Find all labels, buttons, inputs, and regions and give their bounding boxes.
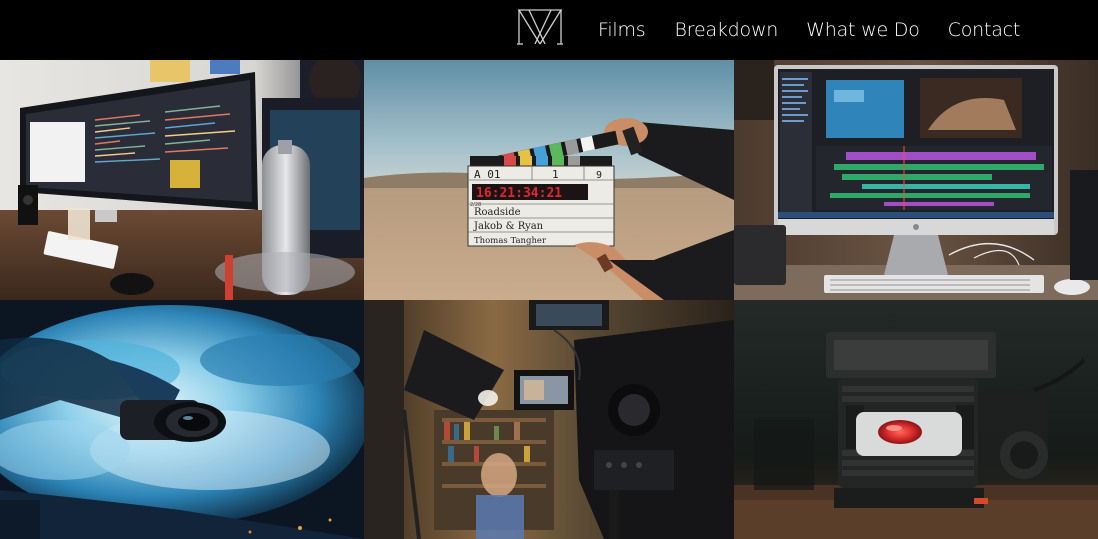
- logo-monogram-icon: [517, 9, 563, 45]
- nav-link-films[interactable]: Films: [598, 19, 646, 41]
- clapperboard-image: A 01 1 9 16:21:34:21 Roadside Jakob & Ry…: [364, 60, 734, 300]
- smoke-lens-image: [0, 300, 364, 539]
- gallery-tile-smoke-lens[interactable]: [0, 300, 364, 539]
- gallery-tile-workstation[interactable]: [0, 60, 364, 300]
- red-camera-image: [734, 300, 1098, 539]
- gallery-tile-editing-suite[interactable]: [734, 60, 1098, 300]
- editing-suite-image: [734, 60, 1098, 300]
- clapper-camera: Thomas Tangher: [474, 236, 547, 246]
- site-header: Films Breakdown What we Do Contact: [0, 0, 1098, 60]
- clapper-scene: A 01: [474, 168, 501, 181]
- clapper-date: 2/28: [470, 202, 481, 208]
- clapper-take: 1: [552, 168, 559, 181]
- site-logo[interactable]: [515, 7, 565, 47]
- workstation-image: [0, 60, 364, 300]
- main-nav: Films Breakdown What we Do Contact: [598, 0, 1020, 60]
- nav-link-contact[interactable]: Contact: [948, 19, 1021, 41]
- clapper-director: Jakob & Ryan: [473, 221, 544, 232]
- gallery-tile-camera-rig[interactable]: [364, 300, 734, 539]
- nav-link-what-we-do[interactable]: What we Do: [806, 19, 920, 41]
- gallery-tile-clapperboard[interactable]: A 01 1 9 16:21:34:21 Roadside Jakob & Ry…: [364, 60, 734, 300]
- clapper-timecode: 16:21:34:21: [476, 186, 562, 201]
- clapper-title: Roadside: [474, 207, 521, 218]
- gallery-tile-red-camera[interactable]: [734, 300, 1098, 539]
- image-gallery: A 01 1 9 16:21:34:21 Roadside Jakob & Ry…: [0, 60, 1098, 539]
- camera-rig-image: [364, 300, 734, 539]
- clapper-roll: 9: [596, 170, 602, 181]
- nav-link-breakdown[interactable]: Breakdown: [675, 19, 779, 41]
